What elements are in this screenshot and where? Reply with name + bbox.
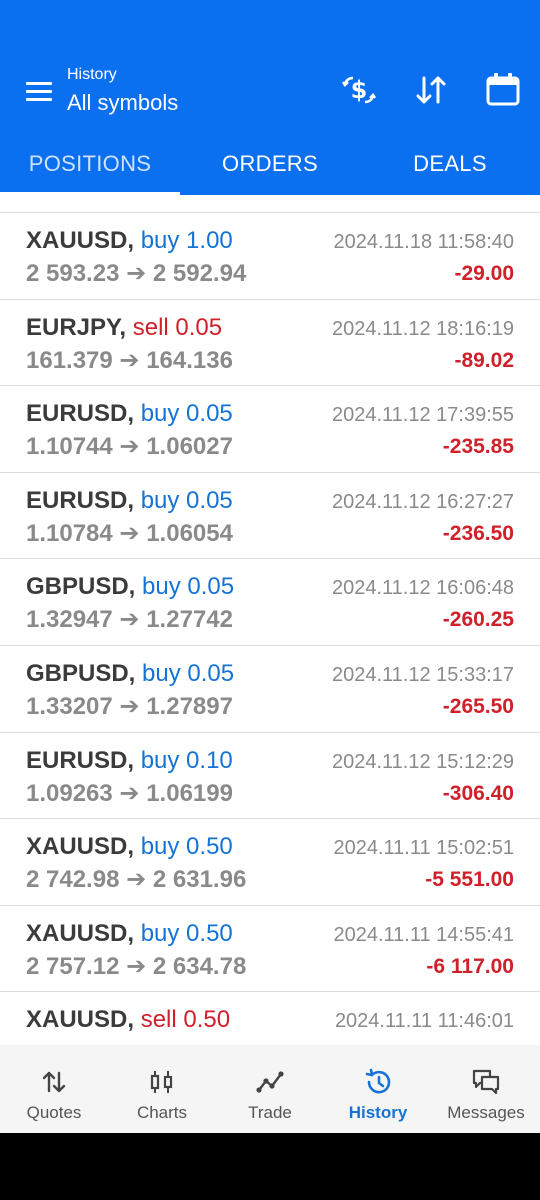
position-row[interactable]: GBPUSD, buy 0.05 1.33207 ➔ 1.27897 2024.… <box>0 646 540 733</box>
history-icon <box>365 1068 391 1094</box>
position-symbol: XAUUSD, <box>26 227 135 254</box>
position-symbol: GBPUSD, <box>26 659 136 687</box>
history-screen: History All symbols $ POSITIONS ORDERS D… <box>0 0 540 1133</box>
quotes-icon <box>42 1071 66 1093</box>
position-volume: buy 0.05 <box>140 400 233 428</box>
position-row[interactable]: EURUSD, buy 0.10 1.09263 ➔ 1.06199 2024.… <box>0 733 540 820</box>
position-profit: -265.50 <box>442 694 514 718</box>
position-volume: buy 0.05 <box>142 659 235 687</box>
position-row[interactable]: EURUSD, buy 0.05 1.10744 ➔ 1.06027 2024.… <box>0 386 540 473</box>
position-profit: -306.40 <box>442 781 514 805</box>
position-profit: -260.25 <box>442 608 514 632</box>
position-profit: -6 117.00 <box>426 954 514 978</box>
charts-icon <box>150 1071 173 1093</box>
trade-icon <box>256 1071 284 1093</box>
position-symbol: EURUSD, <box>26 486 135 514</box>
position-volume: buy 1.00 <box>140 227 233 254</box>
position-profit: -89.02 <box>454 348 514 372</box>
position-prices: 161.379 ➔ 164.136 <box>26 346 233 374</box>
position-symbol: XAUUSD, <box>26 919 135 947</box>
position-volume: sell 0.05 <box>132 313 223 341</box>
position-prices: 1.33207 ➔ 1.27897 <box>26 692 233 720</box>
position-symbol: EURJPY, <box>26 313 127 341</box>
position-volume: buy 0.50 <box>140 833 233 861</box>
nav-label: History <box>348 1103 408 1122</box>
nav-label: Charts <box>136 1103 188 1122</box>
position-time: 2024.11.18 11:58:40 <box>333 231 514 253</box>
nav-label: Trade <box>248 1103 292 1122</box>
calendar-icon[interactable] <box>483 70 523 110</box>
position-volume: buy 0.05 <box>140 486 233 514</box>
nav-label: Messages <box>447 1103 525 1122</box>
position-volume: buy 0.50 <box>140 919 233 947</box>
position-row[interactable]: XAUUSD, buy 0.50 2 742.98 ➔ 2 631.96 202… <box>0 819 540 906</box>
position-symbol: EURUSD, <box>26 746 135 774</box>
position-profit: -236.50 <box>442 521 514 545</box>
bottom-navigation: Quotes Charts Trade History Messages <box>0 1045 540 1133</box>
nav-messages[interactable]: Messages <box>432 1045 540 1133</box>
position-time: 2024.11.12 16:06:48 <box>331 577 514 600</box>
system-navigation-bar <box>0 1133 540 1200</box>
svg-text:$: $ <box>351 76 368 104</box>
position-prices: 2 757.12 ➔ 2 634.78 <box>26 952 247 980</box>
tab-orders[interactable]: ORDERS <box>180 133 360 195</box>
position-volume: sell 0.50 <box>140 1006 231 1034</box>
position-row[interactable]: EURUSD, buy 0.05 1.10784 ➔ 1.06054 2024.… <box>0 473 540 560</box>
position-volume: buy 0.10 <box>140 746 233 774</box>
header-subtitle: History <box>67 66 117 83</box>
position-prices: 2 742.98 ➔ 2 631.96 <box>26 866 247 894</box>
positions-list[interactable]: XAUUSD, buy 1.00 2 593.23 ➔ 2 592.94 202… <box>0 212 540 1045</box>
nav-charts[interactable]: Charts <box>108 1045 216 1133</box>
position-row[interactable]: GBPUSD, buy 0.05 1.32947 ➔ 1.27742 2024.… <box>0 559 540 646</box>
sort-icon[interactable] <box>411 70 451 110</box>
menu-icon[interactable] <box>22 78 56 106</box>
position-profit: -235.85 <box>442 435 514 459</box>
position-prices: 1.10744 ➔ 1.06027 <box>26 433 233 461</box>
position-volume: buy 0.05 <box>142 573 235 601</box>
position-time: 2024.11.12 17:39:55 <box>331 404 514 427</box>
position-prices: 1.32947 ➔ 1.27742 <box>26 606 233 634</box>
messages-icon <box>472 1069 500 1095</box>
position-symbol: XAUUSD, <box>26 1006 135 1034</box>
position-profit: -5 551.00 <box>425 868 514 892</box>
dollar-exchange-icon[interactable]: $ <box>339 70 379 110</box>
position-symbol: GBPUSD, <box>26 573 136 601</box>
tab-deals[interactable]: DEALS <box>360 133 540 195</box>
nav-trade[interactable]: Trade <box>216 1045 324 1133</box>
position-time: 2024.11.11 11:46:01 <box>334 1010 514 1033</box>
position-row[interactable]: XAUUSD, buy 0.50 2 757.12 ➔ 2 634.78 202… <box>0 906 540 993</box>
position-symbol: XAUUSD, <box>26 833 135 861</box>
tab-positions[interactable]: POSITIONS <box>0 133 180 195</box>
position-time: 2024.11.12 15:12:29 <box>331 750 514 773</box>
position-row[interactable]: XAUUSD, buy 1.00 2 593.23 ➔ 2 592.94 202… <box>0 213 540 300</box>
position-time: 2024.11.11 15:02:51 <box>333 837 514 860</box>
position-row[interactable]: XAUUSD, sell 0.50 2024.11.11 11:46:01 <box>0 992 540 1045</box>
position-row[interactable]: EURJPY, sell 0.05 161.379 ➔ 164.136 2024… <box>0 300 540 387</box>
header-title[interactable]: All symbols <box>67 90 178 116</box>
position-prices: 2 593.23 ➔ 2 592.94 <box>26 260 247 287</box>
nav-history[interactable]: History <box>324 1045 432 1133</box>
position-time: 2024.11.12 18:16:19 <box>331 317 514 340</box>
position-prices: 1.10784 ➔ 1.06054 <box>26 519 233 547</box>
position-symbol: EURUSD, <box>26 400 135 428</box>
position-profit: -29.00 <box>454 262 514 285</box>
app-header: History All symbols $ <box>0 0 540 133</box>
history-tabs: POSITIONS ORDERS DEALS <box>0 133 540 195</box>
nav-quotes[interactable]: Quotes <box>0 1045 108 1133</box>
nav-label: Quotes <box>26 1103 82 1122</box>
position-time: 2024.11.11 14:55:41 <box>333 923 514 946</box>
position-prices: 1.09263 ➔ 1.06199 <box>26 779 233 807</box>
position-time: 2024.11.12 16:27:27 <box>331 490 514 513</box>
position-time: 2024.11.12 15:33:17 <box>331 663 514 686</box>
